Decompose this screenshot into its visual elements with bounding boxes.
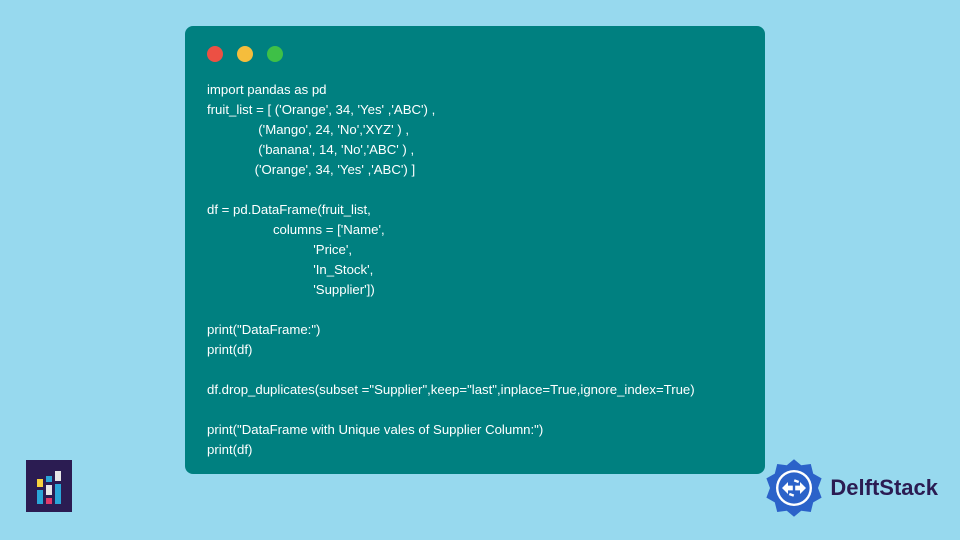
code-block: import pandas as pd fruit_list = [ ('Ora…: [207, 80, 743, 460]
window-zoom-icon: [267, 46, 283, 62]
window-minimize-icon: [237, 46, 253, 62]
brand-logo: DelftStack: [764, 458, 938, 518]
logo-bars: [37, 468, 61, 504]
brand-name: DelftStack: [830, 475, 938, 501]
traffic-lights: [207, 46, 743, 62]
brand-gear-icon: [764, 458, 824, 518]
window-close-icon: [207, 46, 223, 62]
code-window: import pandas as pd fruit_list = [ ('Ora…: [185, 26, 765, 474]
left-logo-icon: [26, 460, 72, 512]
